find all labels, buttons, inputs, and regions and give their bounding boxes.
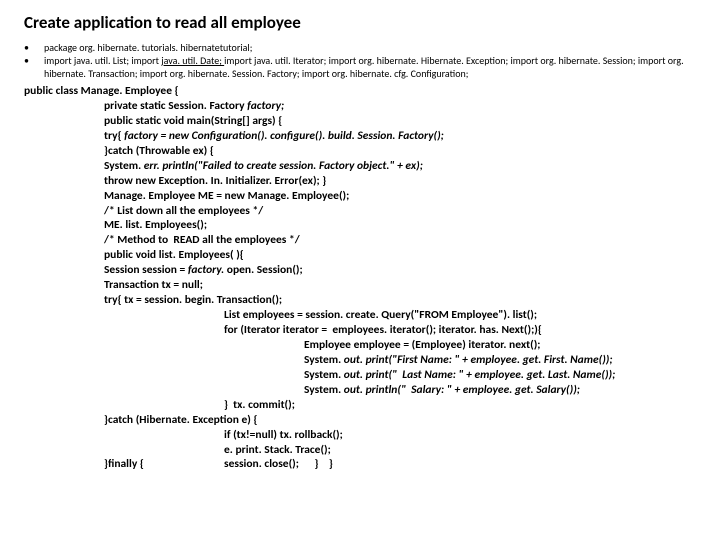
code-line: } tx. commit();	[224, 398, 295, 412]
code-line: Manage. Employee ME = new Manage. Employ…	[104, 189, 349, 203]
bullet-text: package org. hibernate. tutorials. hiber…	[44, 41, 696, 54]
code-line: ME. list. Employees();	[104, 218, 207, 232]
code-line: Employee employee = (Employee) iterator.…	[304, 338, 540, 352]
code-line: try{ tx = session. begin. Transaction();	[104, 293, 282, 307]
text: import java. util. List; import	[44, 54, 161, 67]
bullet-text: import java. util. List; import java. ut…	[44, 54, 696, 80]
code-line: }finally {	[104, 457, 184, 472]
code-line: System. out. println(" Salary: " + emplo…	[304, 383, 580, 397]
code-line: e. print. Stack. Trace();	[224, 443, 331, 457]
import-bullets: • package org. hibernate. tutorials. hib…	[24, 41, 696, 80]
code-line: System. out. print("First Name: " + empl…	[304, 353, 613, 367]
code-line: System. err. println("Failed to create s…	[104, 159, 423, 173]
code-line: }catch (Hibernate. Exception e) {	[104, 413, 257, 427]
code-line: System. out. print(" Last Name: " + empl…	[304, 368, 615, 382]
code-line: public class Manage. Employee {	[24, 84, 179, 98]
code-line: public void list. Employees( ){	[104, 248, 244, 262]
code-line: }catch (Throwable ex) {	[104, 144, 214, 158]
slide-title: Create application to read all employee	[24, 12, 696, 33]
code-line: /* Method to READ all the employees */	[104, 233, 300, 247]
code-line: session. close(); } }	[224, 457, 333, 472]
code-line: throw new Exception. In. Initializer. Er…	[104, 174, 326, 188]
bullet-dot: •	[24, 41, 44, 54]
code-line: Session session = factory. open. Session…	[104, 263, 303, 277]
code-line: /* List down all the employees */	[104, 204, 263, 218]
code-block: public class Manage. Employee { private …	[24, 84, 696, 472]
text-underline: java. util. Date;	[161, 54, 224, 67]
code-line: for (Iterator iterator = employees. iter…	[224, 323, 542, 337]
code-line: List employees = session. create. Query(…	[224, 308, 537, 322]
bullet-dot: •	[24, 54, 44, 80]
code-line: try{ factory = new Configuration(). conf…	[104, 129, 444, 143]
code-line: public static void main(String[] args) {	[104, 114, 282, 128]
code-line: if (tx!=null) tx. rollback();	[224, 428, 343, 442]
code-line: Transaction tx = null;	[104, 278, 203, 292]
code-line: private static Session. Factory factory;	[104, 99, 284, 113]
